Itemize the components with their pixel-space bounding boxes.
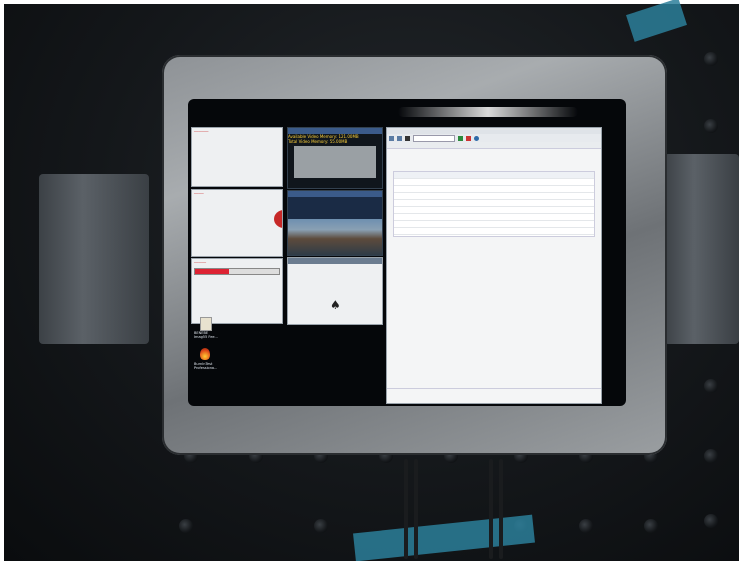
- window-title: ────: [194, 191, 204, 196]
- speaker-icon: ♠: [330, 298, 341, 312]
- progress-fill: [195, 269, 229, 274]
- table-row: [394, 186, 594, 193]
- video-preview: [294, 146, 376, 178]
- toolbar-icon[interactable]: [397, 135, 402, 141]
- render-text: [288, 197, 382, 211]
- close-icon[interactable]: [405, 135, 410, 141]
- bench-hole: [579, 519, 593, 533]
- right-bracket: [664, 154, 739, 344]
- bench-hole: [644, 519, 658, 533]
- window-titlebar: [288, 258, 382, 264]
- table-row: [394, 200, 594, 207]
- bench-hole: [179, 519, 193, 533]
- table-row: [394, 207, 594, 214]
- results-header: [387, 149, 601, 169]
- flame-icon[interactable]: [200, 348, 210, 360]
- cable: [499, 459, 503, 559]
- main-app-window[interactable]: [386, 127, 602, 404]
- blue-tape: [626, 0, 687, 42]
- test-window[interactable]: ──────: [191, 127, 283, 187]
- video-window[interactable]: Available Video Memory: 121.00MB Total V…: [287, 127, 383, 189]
- stop-icon[interactable]: [466, 135, 471, 141]
- bench-hole: [704, 119, 718, 133]
- blue-tape: [353, 514, 535, 561]
- cable: [414, 459, 418, 559]
- results-table: [393, 171, 595, 237]
- render-window[interactable]: [287, 190, 383, 256]
- bench-hole: [704, 379, 718, 393]
- display-screen: ────── ──── ───── Available Video Memory…: [188, 99, 626, 406]
- config-dropdown[interactable]: [413, 134, 455, 142]
- bench-hole: [704, 514, 718, 528]
- bench-hole: [314, 519, 328, 533]
- document-icon[interactable]: [200, 317, 212, 331]
- landscape-render: [288, 219, 382, 255]
- left-bracket: [39, 174, 149, 344]
- bench-hole: [704, 449, 718, 463]
- table-row: [394, 214, 594, 221]
- window-title: ─────: [194, 260, 207, 265]
- table-row: [394, 221, 594, 228]
- cable: [489, 459, 493, 559]
- test-window[interactable]: ─────: [191, 258, 283, 324]
- window-title: ──────: [194, 129, 209, 134]
- desktop-icon-label: BurnInTest Professiona...: [194, 362, 218, 370]
- status-line: [387, 388, 601, 395]
- test-window[interactable]: ────: [191, 189, 283, 257]
- video-line-2: Total Video Memory: 55.00MB: [288, 139, 348, 144]
- desktop-icon-label: BENEBE Imag55 Fee...: [194, 331, 218, 339]
- bench-hole: [704, 52, 718, 66]
- toolbar[interactable]: [387, 134, 601, 142]
- table-header-row: [394, 172, 594, 179]
- table-row: [394, 179, 594, 186]
- cable: [404, 459, 408, 559]
- table-row: [394, 228, 594, 235]
- progress-bar: [194, 268, 280, 275]
- help-icon[interactable]: [474, 135, 479, 141]
- play-icon[interactable]: [458, 135, 463, 141]
- toolbar-icon[interactable]: [389, 135, 394, 141]
- sound-window[interactable]: ♠: [287, 257, 383, 325]
- screen-reflection: [398, 107, 578, 117]
- table-row: [394, 193, 594, 200]
- stop-icon: [274, 210, 282, 228]
- tab-strip[interactable]: [387, 142, 601, 149]
